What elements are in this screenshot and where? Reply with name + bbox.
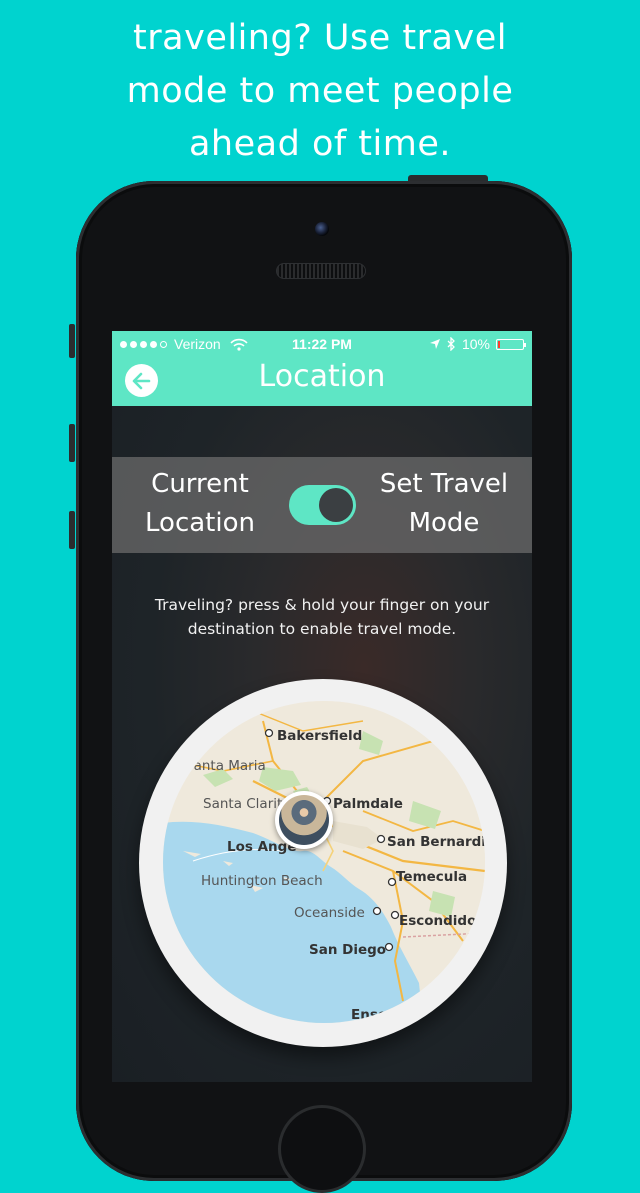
current-location-label[interactable]: Current Location — [125, 465, 275, 543]
earpiece-speaker — [276, 263, 366, 279]
set-travel-mode-line-2: Mode — [408, 508, 480, 538]
front-camera — [315, 222, 329, 236]
location-arrow-icon — [429, 339, 440, 349]
location-mode-toggle-row: Current Location Set Travel Mode — [112, 457, 532, 553]
app-screen: Verizon 11:22 PM 10% Location Current Lo… — [112, 331, 532, 1082]
city-huntington-beach: Huntington Beach — [201, 873, 323, 889]
hint-line-2: destination to enable travel mode. — [187, 620, 457, 638]
status-right: 10% — [429, 336, 526, 352]
nav-bar: Verizon 11:22 PM 10% Location — [112, 331, 532, 406]
city-palmdale: Palmdale — [333, 796, 403, 812]
page-title: Location — [258, 359, 386, 394]
avatar-photo — [279, 795, 329, 845]
current-location-line-1: Current — [151, 469, 249, 499]
travel-hint-text: Traveling? press & hold your finger on y… — [132, 593, 512, 641]
headline: traveling? Use travel mode to meet peopl… — [0, 12, 640, 171]
battery-percent: 10% — [461, 336, 490, 352]
phone-volume-up — [69, 424, 75, 462]
user-location-avatar[interactable] — [275, 791, 333, 849]
battery-icon — [496, 338, 526, 350]
set-travel-mode-label[interactable]: Set Travel Mode — [369, 465, 519, 543]
city-san-bernardino: San Bernardin — [387, 834, 485, 850]
switch-knob — [319, 488, 353, 522]
headline-line-2: mode to meet people — [126, 71, 514, 111]
city-oceanside: Oceanside — [294, 905, 365, 921]
phone-volume-down — [69, 511, 75, 549]
map-circle: Bakersfield Santa Maria Santa Clarita Pa… — [139, 679, 507, 1047]
city-escondido: Escondido — [399, 913, 476, 929]
status-bar: Verizon 11:22 PM 10% — [112, 331, 532, 357]
city-san-diego: San Diego — [309, 942, 386, 958]
headline-line-3: ahead of time. — [188, 124, 451, 164]
phone-mute-switch — [69, 324, 75, 358]
travel-mode-switch[interactable] — [289, 485, 356, 525]
headline-line-1: traveling? Use travel — [133, 18, 507, 58]
map-graphic: Bakersfield Santa Maria Santa Clarita Pa… — [163, 701, 485, 1023]
bluetooth-icon — [447, 337, 455, 351]
city-temecula: Temecula — [396, 869, 467, 885]
map-view[interactable]: Bakersfield Santa Maria Santa Clarita Pa… — [163, 701, 485, 1023]
hint-line-1: Traveling? press & hold your finger on y… — [154, 596, 490, 614]
city-bakersfield: Bakersfield — [277, 728, 362, 744]
city-ensenada: Ensena — [351, 1007, 406, 1023]
battery-level-fill — [498, 340, 500, 348]
home-button — [278, 1105, 366, 1193]
city-santa-maria: Santa Maria — [185, 758, 266, 774]
current-location-line-2: Location — [145, 508, 255, 538]
set-travel-mode-line-1: Set Travel — [379, 469, 509, 499]
